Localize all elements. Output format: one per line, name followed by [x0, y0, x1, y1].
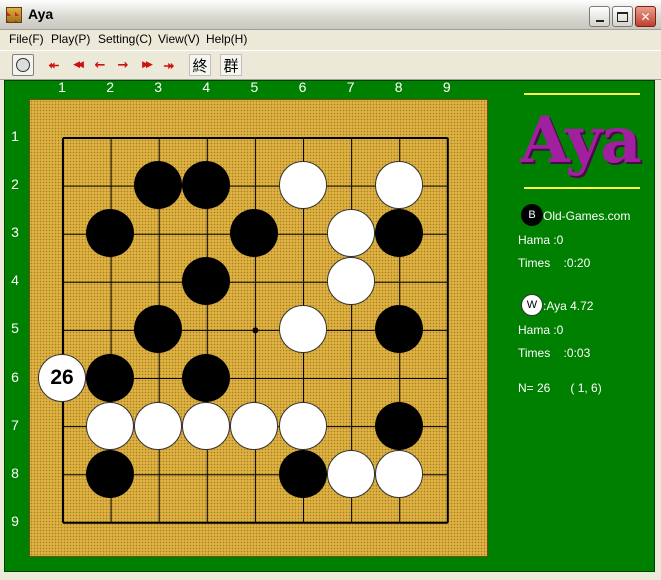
logo-bottom-rule	[524, 187, 640, 189]
white-hama: Hama :0	[518, 323, 564, 337]
white-stone	[134, 401, 183, 450]
white-stone	[374, 449, 423, 498]
minimize-button[interactable]	[589, 6, 610, 27]
white-stone	[278, 305, 327, 354]
row-coordinate: 2	[11, 176, 19, 193]
white-stone	[326, 449, 375, 498]
white-stone	[374, 161, 423, 210]
white-stone	[86, 401, 135, 450]
menu-setting[interactable]: Setting(C)	[98, 32, 152, 46]
end-game-button[interactable]: 終	[189, 54, 211, 76]
black-stone	[86, 353, 135, 402]
white-player-badge: W	[521, 294, 543, 316]
forward-one-icon: →	[117, 57, 129, 73]
back-ten-icon: ◀◀	[73, 60, 84, 70]
column-coordinate: 6	[298, 79, 307, 95]
group-button[interactable]: 群	[220, 54, 242, 76]
last-move-button[interactable]: ⯮	[158, 54, 180, 76]
maximize-icon	[617, 11, 628, 22]
toolbar: ⯬ ◀◀ ← → ▶▶ ⯮ 終 群	[0, 50, 661, 80]
forward-one-button[interactable]: →	[112, 54, 134, 76]
white-times: Times :0:03	[518, 346, 591, 360]
menu-bar: File(F) Play(P) Setting(C) View(V) Help(…	[0, 30, 661, 50]
black-times: Times :0:20	[518, 256, 591, 270]
black-stone	[86, 209, 135, 258]
first-move-button[interactable]: ⯬	[43, 54, 65, 76]
row-coordinate: 3	[11, 224, 19, 241]
white-stone	[182, 401, 231, 450]
column-coordinate: 1	[58, 79, 66, 95]
white-stone	[278, 401, 327, 450]
forward-ten-button[interactable]: ▶▶	[135, 54, 157, 76]
black-stone	[278, 449, 327, 498]
close-icon: ✕	[640, 9, 651, 24]
column-coordinate: 9	[442, 79, 451, 95]
menu-view[interactable]: View(V)	[158, 32, 200, 46]
move-status: N= 26 ( 1, 6)	[518, 381, 602, 395]
close-button[interactable]: ✕	[635, 6, 656, 27]
menu-file[interactable]: File(F)	[9, 32, 44, 46]
aya-logo: Aya	[520, 103, 642, 178]
maximize-button[interactable]	[612, 6, 633, 27]
row-coordinate: 7	[11, 416, 19, 433]
pass-button[interactable]	[12, 54, 34, 76]
black-hama: Hama :0	[518, 233, 564, 247]
forward-ten-icon: ▶▶	[142, 60, 153, 70]
minimize-icon	[595, 19, 604, 22]
white-stone	[326, 209, 375, 258]
black-stone	[374, 401, 423, 450]
column-coordinate: 5	[250, 79, 259, 95]
column-coordinate: 8	[394, 79, 403, 95]
back-ten-button[interactable]: ◀◀	[66, 54, 88, 76]
app-icon	[6, 7, 22, 23]
last-move-icon: ⯮	[163, 57, 175, 73]
window-title: Aya	[28, 6, 54, 22]
row-coordinate: 5	[11, 320, 19, 337]
black-stone	[374, 305, 423, 354]
first-move-icon: ⯬	[48, 57, 60, 73]
pass-icon	[16, 58, 30, 72]
row-coordinate: 8	[11, 464, 19, 481]
star-point	[252, 327, 259, 334]
back-one-icon: ←	[94, 57, 106, 73]
row-coordinate: 4	[11, 272, 19, 289]
black-player-name: Old-Games.com	[543, 209, 631, 223]
logo-top-rule	[524, 93, 640, 95]
menu-play[interactable]: Play(P)	[51, 32, 90, 46]
black-stone	[374, 209, 423, 258]
black-stone	[86, 449, 135, 498]
white-stone	[278, 161, 327, 210]
row-coordinate: 1	[11, 128, 19, 144]
game-area: 1 2 3 4 5 6 7 8 9 1 2 3 4 5 6 7 8 9 26 Aya B Old-Games.c…	[4, 79, 655, 572]
column-coordinate: 4	[202, 79, 211, 95]
row-coordinate: 6	[11, 368, 19, 385]
column-coordinate: 7	[346, 79, 355, 95]
white-player-name: :Aya 4.72	[543, 299, 594, 313]
column-coordinate: 3	[154, 79, 163, 95]
white-stone	[326, 257, 375, 306]
black-stone	[134, 161, 183, 210]
black-stone	[182, 353, 231, 402]
row-coordinate: 9	[11, 512, 19, 529]
white-stone	[230, 401, 279, 450]
black-player-badge: B	[521, 204, 543, 226]
back-one-button[interactable]: ←	[89, 54, 111, 76]
title-bar: Aya ✕	[0, 0, 661, 30]
column-coordinate: 2	[106, 79, 114, 95]
last-move-stone: 26	[38, 353, 86, 402]
menu-help[interactable]: Help(H)	[206, 32, 247, 46]
